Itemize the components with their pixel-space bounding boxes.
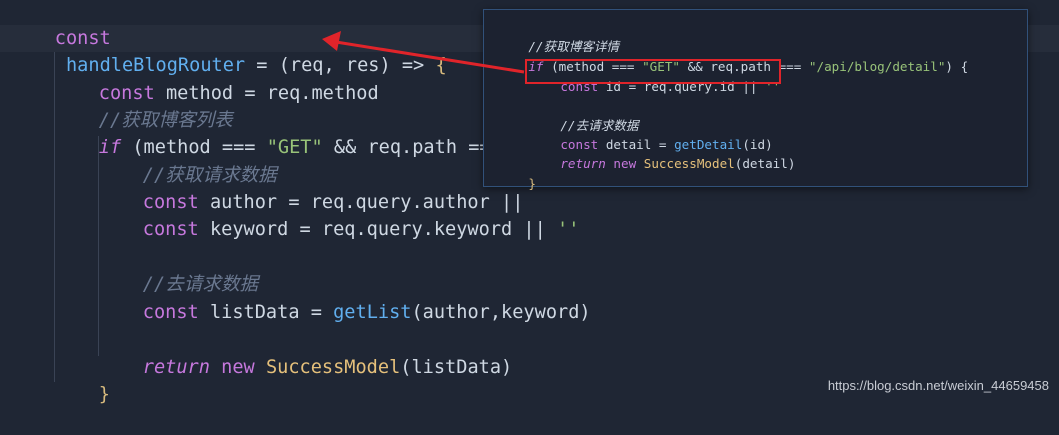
brace: } [98,384,110,405]
function-call: getList [333,302,412,323]
popup-line-7: return new SuccessModel(detail) [530,134,795,171]
code-line-4[interactable]: //获取博客列表 [54,80,233,131]
code-line-7[interactable]: const author = req.query.author || [98,162,524,213]
code-line-1[interactable]: const handleBlogRouter = (req, res) => { [10,0,447,76]
code-text: (listData) [400,357,513,378]
code-snippet-popup: //获取博客详情 if (method === "GET" && req.pat… [483,9,1028,191]
class-name: SuccessModel [643,155,735,171]
keyword: const [54,28,111,49]
popup-line-8: } [498,154,536,191]
popup-line-1: //获取博客详情 [498,17,619,54]
brace: { [435,55,447,76]
keyword: new [605,155,644,171]
code-text: (detail) [734,155,796,171]
keyword: return [560,155,606,171]
annotation-box [525,59,781,84]
code-text: listData = [198,302,334,323]
keyword: const [142,219,199,240]
popup-line-5: //去请求数据 [530,96,638,133]
string: '' [557,219,580,240]
code-line-11[interactable]: const listData = getList(author,keyword) [98,272,591,323]
string: "/api/blog/detail" [808,58,946,74]
code-line-5[interactable]: if (method === "GET" && req.path === "/ [54,107,536,158]
popup-line-2: if (method === "GET" && req.path === "/a… [498,37,968,74]
code-line-14[interactable]: } [54,354,110,405]
code-line-3[interactable]: const method = req.method [54,53,379,104]
operator: ) => [379,55,436,76]
keyword: return [142,357,210,378]
popup-line-6: const detail = getDetail(id) [530,115,772,152]
brace: } [528,175,536,191]
watermark: https://blog.csdn.net/weixin_44659458 [827,378,1049,393]
class-name: SuccessModel [265,357,401,378]
code-text: ) { [945,58,969,74]
code-line-6[interactable]: //获取请求数据 [98,135,277,186]
code-line-13[interactable]: return new SuccessModel(listData) [98,327,512,378]
keyword: new [209,357,266,378]
code-line-10[interactable]: //去请求数据 [98,244,258,295]
code-text: (author,keyword) [411,302,591,323]
keyword: const [142,302,199,323]
code-text: keyword = req.query.keyword || [198,219,557,240]
